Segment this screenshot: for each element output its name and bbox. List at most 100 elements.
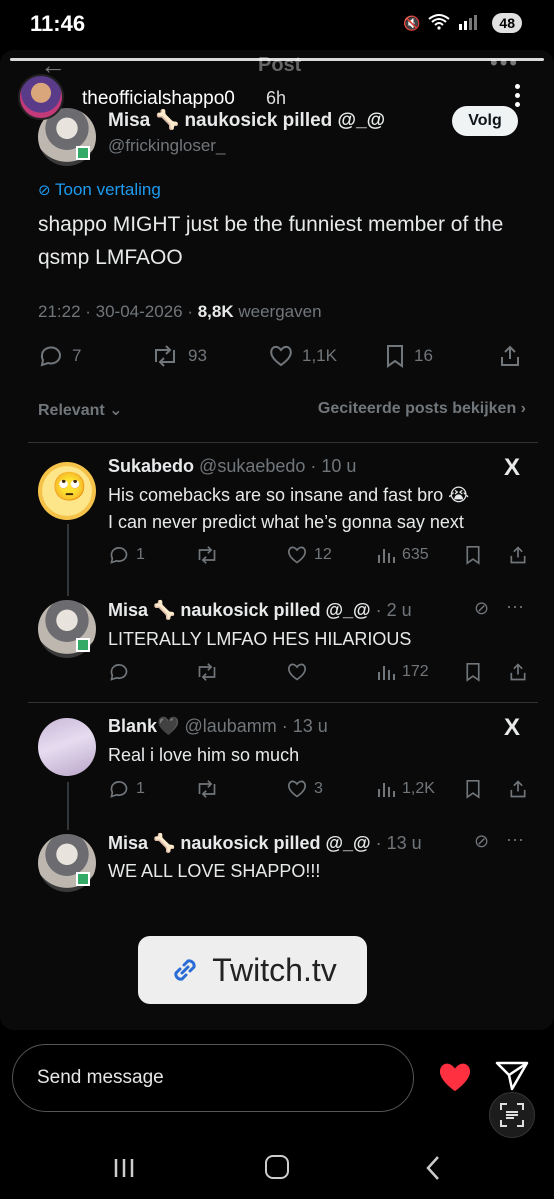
- repost-icon: [194, 779, 220, 799]
- like-icon: [287, 546, 307, 564]
- follow-button: Volg: [452, 106, 518, 136]
- views-action: 635: [376, 545, 429, 565]
- tweet-views: 8,8K: [197, 302, 234, 321]
- tweet-timestamp: 21:22 · 30-04-2026 ·: [38, 302, 198, 321]
- bookmark-icon: [464, 779, 482, 799]
- reply-action: 1: [108, 545, 145, 565]
- repost-icon: [198, 546, 216, 564]
- share-action: [498, 344, 522, 368]
- reply-author-name: Blank🖤: [108, 716, 180, 736]
- recent-apps-icon[interactable]: [112, 1156, 136, 1185]
- views-icon: [378, 783, 395, 797]
- repost-action: 93: [150, 344, 207, 368]
- wifi-icon: [428, 13, 451, 33]
- like-icon: [287, 780, 307, 798]
- reply-icon: [110, 547, 128, 564]
- reply-author-handle: @sukaebedo · 10 u: [199, 456, 357, 476]
- reply-author: Blank🖤 @laubamm · 13 u: [108, 716, 328, 737]
- share-icon: [508, 545, 528, 565]
- mute-icon: 🔇: [402, 14, 421, 31]
- status-time: 11:46: [30, 11, 86, 36]
- reply-text: His comebacks are so insane and fast bro…: [108, 482, 528, 536]
- reply-author: Misa 🦴 naukosick pilled @_@ · 13 u: [108, 833, 422, 854]
- repost-count: 93: [188, 346, 207, 365]
- views-action: 172: [376, 662, 429, 682]
- home-icon[interactable]: [265, 1155, 289, 1179]
- bookmark-count: 16: [414, 346, 433, 365]
- scan-text-icon: [500, 1103, 524, 1127]
- like-icon: [270, 345, 292, 367]
- reply-icon: [108, 662, 130, 682]
- repost-action: [194, 545, 220, 565]
- thread-line: [67, 782, 69, 830]
- bookmark-icon: [464, 662, 482, 682]
- translate-icon: ⊘: [38, 182, 51, 199]
- story-card[interactable]: ← Post ••• Misa 🦴 naukosick pilled @_@ @…: [0, 50, 554, 1030]
- emoji-face-icon: 🙄: [52, 471, 87, 502]
- reply-author-name: Sukabedo: [108, 456, 195, 476]
- reply-avatar: 🙄: [38, 462, 96, 520]
- views-count: 635: [402, 546, 429, 563]
- like-count: 3: [314, 780, 323, 797]
- views-count: 172: [402, 663, 429, 680]
- views-icon: [378, 549, 395, 563]
- reply-icon: [110, 781, 128, 798]
- views-icon: [378, 666, 395, 680]
- reply-count: 1: [136, 546, 145, 563]
- tweet-text: shappo MIGHT just be the funniest member…: [38, 213, 504, 269]
- x-logo-icon: X: [504, 714, 521, 741]
- reply-author-handle: · 13 u: [370, 833, 422, 853]
- like-count: 12: [314, 546, 332, 563]
- reply-count: 7: [72, 346, 82, 365]
- status-icons: 🔇 48: [403, 13, 522, 33]
- reply-author-handle: @laubamm · 13 u: [184, 716, 328, 736]
- signal-icon: [458, 14, 484, 33]
- thread-line: [67, 524, 69, 596]
- send-icon: [495, 1061, 529, 1091]
- reply-text-line: His comebacks are so insane and fast bro…: [108, 485, 470, 505]
- reply-text-line: Real i love him so much: [108, 745, 300, 765]
- translate-link: ⊘ Toon vertaling: [38, 180, 161, 200]
- crop-edge: [0, 902, 554, 910]
- like-action: 12: [286, 545, 332, 565]
- bookmark-action: 16: [384, 344, 433, 368]
- more-icon: ···: [506, 829, 524, 849]
- like-story-button[interactable]: [436, 1060, 474, 1099]
- repost-icon: [155, 345, 175, 367]
- reply-author-name: Misa 🦴 naukosick pilled @_@: [108, 600, 371, 620]
- reply-icon: [40, 346, 61, 367]
- tweet-meta: 21:22 · 30-04-2026 · 8,8K weergaven: [38, 302, 322, 322]
- reply-avatar: [38, 718, 96, 776]
- reply-sort-bar: Relevant ⌄ Geciteerde posts bekijken ›: [38, 400, 526, 420]
- text-scan-button[interactable]: [489, 1092, 535, 1138]
- story-username[interactable]: theofficialshappo0: [82, 88, 235, 110]
- link-sticker-label: Twitch.tv: [212, 951, 337, 988]
- quoted-posts-link: Geciteerde posts bekijken ›: [317, 400, 526, 417]
- link-sticker[interactable]: Twitch.tv: [138, 936, 367, 1004]
- repost-icon: [194, 662, 220, 682]
- reply-author: Misa 🦴 naukosick pilled @_@ · 2 u: [108, 600, 412, 621]
- heart-icon: [439, 1063, 471, 1092]
- tweet-views-label: weergaven: [233, 302, 322, 321]
- reply-action: 7: [38, 344, 81, 368]
- like-action: 3: [286, 779, 323, 799]
- divider: [28, 442, 538, 443]
- reply-text: Real i love him so much: [108, 742, 528, 769]
- link-icon: [174, 959, 196, 981]
- tweet-screenshot: ← Post ••• Misa 🦴 naukosick pilled @_@ @…: [0, 50, 554, 910]
- reply-text-line: LITERALLY LMFAO HES HILARIOUS: [108, 629, 412, 649]
- reply-text: WE ALL LOVE SHAPPO!!!: [108, 858, 528, 885]
- story-more-icon[interactable]: [512, 84, 522, 110]
- like-icon: [286, 662, 308, 682]
- x-logo-icon: X: [504, 454, 521, 481]
- reply-avatar: [38, 834, 96, 892]
- share-icon: [508, 662, 528, 682]
- status-bar: 11:46 🔇 48: [0, 0, 554, 50]
- back-icon[interactable]: [424, 1154, 442, 1187]
- views-count: 1,2K: [402, 780, 435, 797]
- views-action: 1,2K: [376, 779, 435, 799]
- message-input[interactable]: Send message: [12, 1044, 414, 1112]
- bookmark-icon: [464, 545, 482, 565]
- reply-avatar: [38, 600, 96, 658]
- story-user-avatar[interactable]: [18, 74, 64, 120]
